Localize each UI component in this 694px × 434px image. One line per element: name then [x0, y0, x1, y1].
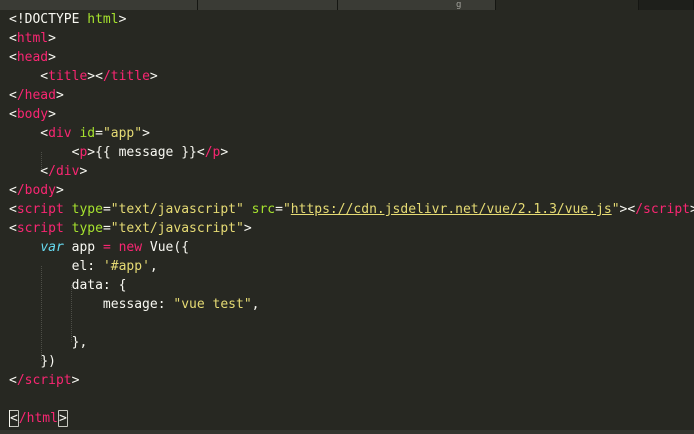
script-open-tag: script	[16, 221, 64, 236]
bracket-match-open: <	[9, 410, 19, 427]
el-key: el:	[71, 259, 103, 274]
el-comma: ,	[149, 259, 158, 274]
tab-3[interactable]: g	[338, 0, 496, 10]
body-open-tag: body	[16, 107, 49, 122]
message-interpolation: {{ message }}	[95, 145, 197, 160]
code-line-16: message: "vue test",	[9, 295, 260, 314]
code-line-2: <html>	[9, 31, 56, 46]
data-key: data: {	[71, 278, 127, 293]
message-comma: ,	[251, 297, 260, 312]
div-close-tag: /div	[48, 164, 80, 179]
doctype-close-token: >	[118, 12, 127, 27]
text-cursor	[9, 410, 10, 427]
code-line-22: </html>	[9, 409, 68, 428]
vue-close: })	[40, 354, 56, 369]
code-line-10: </body>	[9, 183, 64, 198]
code-line-14: el: '#app',	[9, 257, 158, 276]
code-editor[interactable]: <!DOCTYPE html> <html> <head> <title></t…	[0, 10, 694, 434]
tab-2[interactable]	[198, 0, 338, 10]
code-line-13: var app = new Vue({	[9, 238, 189, 257]
code-line-4: <title></title>	[9, 69, 158, 84]
data-close: },	[71, 335, 88, 350]
tab-bar: g	[0, 0, 694, 10]
head-close-tag: /head	[16, 88, 56, 103]
script-open-tag: script	[16, 202, 64, 217]
tab-5[interactable]	[639, 0, 694, 10]
code-line-20: </script>	[9, 373, 80, 388]
doctype-html-token: html	[79, 12, 119, 27]
doctype-token: <!DOCTYPE	[9, 12, 80, 27]
code-line-6: <body>	[9, 107, 56, 122]
tab-active[interactable]	[496, 0, 639, 10]
code-line-7: <div id="app">	[9, 126, 150, 141]
title-open-tag: title	[48, 69, 88, 84]
body-close-tag: /body	[16, 183, 56, 198]
app-identifier: app	[63, 240, 103, 255]
src-url-link[interactable]: https://cdn.jsdelivr.net/vue/2.1.3/vue.j…	[291, 202, 612, 217]
code-line-19: })	[9, 352, 56, 371]
horizontal-scrollbar[interactable]	[0, 430, 694, 434]
message-key: message:	[102, 297, 174, 312]
code-line-3: <head>	[9, 50, 56, 65]
message-value: "vue test"	[173, 297, 252, 312]
code-line-12: <script type="text/javascript">	[9, 221, 252, 236]
code-line-15: data: {	[9, 276, 127, 295]
script-close-tag: /script	[16, 373, 72, 388]
code-editor-window: g <!DOCTYPE html> <html> <head> <title><…	[0, 0, 694, 434]
tab-3-label: g	[456, 0, 462, 10]
code-line-8: <p>{{ message }}</p>	[9, 145, 229, 160]
el-value: '#app'	[102, 259, 150, 274]
id-value: "app"	[102, 126, 143, 141]
div-open-tag: div	[48, 126, 72, 141]
code-line-11: <script type="text/javascript" src="http…	[9, 202, 694, 217]
bracket-match-close: >	[57, 410, 68, 427]
id-attribute: id	[79, 126, 96, 141]
tab-1[interactable]	[0, 0, 198, 10]
html-open-tag: html	[16, 31, 49, 46]
p-close-tag: /p	[204, 145, 221, 160]
assign-operator: =	[102, 240, 111, 255]
code-line-5: </head>	[9, 88, 64, 103]
html-close-tag: /html	[18, 411, 58, 426]
code-line-9: </div>	[9, 164, 88, 179]
code-line-1: <!DOCTYPE html>	[9, 10, 126, 29]
vue-constructor-call: Vue({	[142, 240, 190, 255]
new-keyword: new	[118, 240, 143, 255]
type-attribute: type	[71, 202, 103, 217]
code-line-18: },	[9, 333, 88, 352]
src-attribute: src	[251, 202, 276, 217]
type-value: "text/javascript"	[110, 221, 244, 236]
head-open-tag: head	[16, 50, 49, 65]
type-value: "text/javascript"	[110, 202, 244, 217]
p-open-tag: p	[79, 145, 88, 160]
script-close-tag: /script	[635, 202, 690, 217]
type-attribute: type	[71, 221, 103, 236]
var-keyword: var	[40, 240, 64, 255]
title-close-tag: /title	[102, 69, 150, 84]
